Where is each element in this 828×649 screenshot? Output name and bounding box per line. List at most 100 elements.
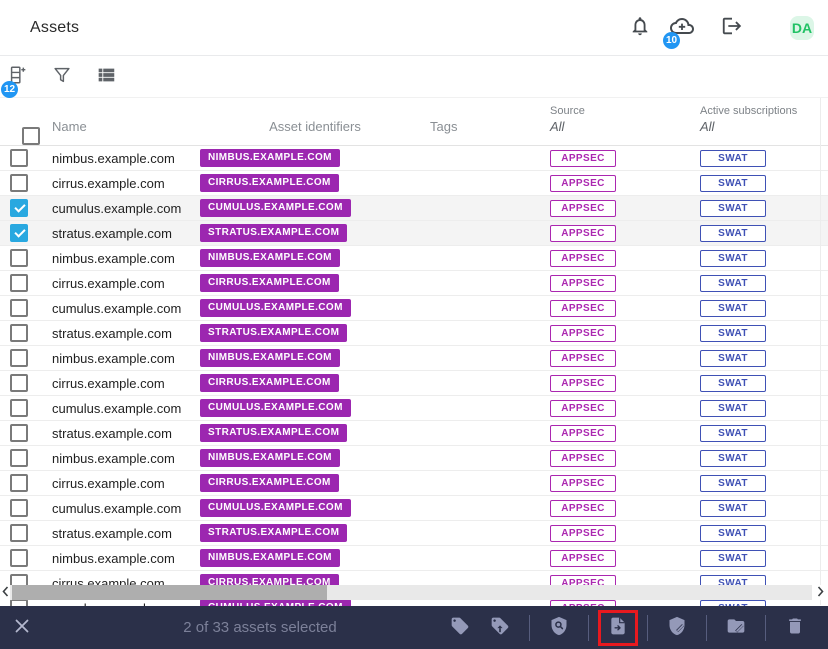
selection-count-text: 2 of 33 assets selected	[183, 619, 337, 636]
table-row[interactable]: stratus.example.com STRATUS.EXAMPLE.COM AP…	[0, 221, 828, 246]
table-header: Name Asset identifiers Tags Source All A…	[0, 98, 828, 146]
column-header-source[interactable]: Source All	[550, 98, 700, 145]
subscription-badge: SWAT	[700, 399, 766, 417]
source-filter-value[interactable]: All	[550, 119, 564, 134]
avatar[interactable]: DA	[790, 15, 814, 40]
table-row[interactable]: stratus.example.com STRATUS.EXAMPLE.COM AP…	[0, 521, 828, 546]
source-badge: APPSEC	[550, 374, 616, 392]
select-all-checkbox[interactable]	[22, 127, 40, 145]
table-row[interactable]: nimbus.example.com NIMBUS.EXAMPLE.COM APPS…	[0, 446, 828, 471]
app-header: Assets 10 DA	[0, 0, 828, 56]
asset-identifier-badge: CUMULUS.EXAMPLE.COM	[200, 199, 351, 217]
asset-name: cirrus.example.com	[52, 275, 165, 291]
scroll-left-button[interactable]	[0, 585, 10, 600]
source-badge: APPSEC	[550, 549, 616, 567]
row-checkbox[interactable]	[10, 549, 28, 567]
table-row[interactable]: nimbus.example.com NIMBUS.EXAMPLE.COM APPS…	[0, 246, 828, 271]
table-row[interactable]: nimbus.example.com NIMBUS.EXAMPLE.COM APPS…	[0, 546, 828, 571]
chevron-right-icon	[817, 585, 824, 600]
scan-button[interactable]	[539, 610, 579, 646]
row-checkbox[interactable]	[10, 174, 28, 192]
row-checkbox[interactable]	[10, 499, 28, 517]
asset-identifier-badge: CIRRUS.EXAMPLE.COM	[200, 374, 339, 392]
row-checkbox[interactable]	[10, 524, 28, 542]
notifications-button[interactable]	[628, 16, 652, 40]
row-checkbox[interactable]	[10, 399, 28, 417]
scroll-right-button[interactable]	[812, 585, 828, 600]
edit-policies-button[interactable]	[657, 610, 697, 646]
logout-button[interactable]	[720, 16, 744, 40]
row-checkbox[interactable]	[10, 349, 28, 367]
subscription-badge: SWAT	[700, 549, 766, 567]
row-checkbox[interactable]	[10, 249, 28, 267]
filter-icon	[51, 64, 73, 89]
horizontal-scrollbar[interactable]	[0, 585, 828, 600]
row-checkbox[interactable]	[10, 424, 28, 442]
asset-identifier-badge: NIMBUS.EXAMPLE.COM	[200, 349, 340, 367]
table-row[interactable]: stratus.example.com STRATUS.EXAMPLE.COM AP…	[0, 421, 828, 446]
asset-name: cumulus.example.com	[52, 500, 182, 516]
column-header-tags: Tags	[430, 119, 458, 134]
row-checkbox[interactable]	[10, 449, 28, 467]
column-header-identifiers: Asset identifiers	[269, 119, 361, 134]
bell-icon	[629, 15, 651, 40]
table-row[interactable]: cumulus.example.com CUMULUS.EXAMPLE.COM AP…	[0, 196, 828, 221]
asset-identifier-badge: STRATUS.EXAMPLE.COM	[200, 224, 348, 242]
table-row[interactable]: cumulus.example.com CUMULUS.EXAMPLE.COM AP…	[0, 296, 828, 321]
table-row[interactable]: nimbus.example.com NIMBUS.EXAMPLE.COM APPS…	[0, 146, 828, 171]
divider	[706, 614, 707, 641]
column-header-subscriptions[interactable]: Active subscriptions All	[700, 98, 828, 145]
row-checkbox[interactable]	[10, 149, 28, 167]
trash-icon	[785, 616, 805, 639]
source-badge: APPSEC	[550, 324, 616, 342]
source-badge: APPSEC	[550, 499, 616, 517]
row-checkbox[interactable]	[10, 599, 28, 606]
subscription-badge: SWAT	[700, 199, 766, 217]
asset-name: cirrus.example.com	[52, 175, 165, 191]
table-row[interactable]: nimbus.example.com NIMBUS.EXAMPLE.COM APPS…	[0, 346, 828, 371]
header-actions: 10 DA	[628, 15, 814, 49]
table-row[interactable]: stratus.example.com STRATUS.EXAMPLE.COM AP…	[0, 321, 828, 346]
asset-name: cirrus.example.com	[52, 375, 165, 391]
edit-group-button[interactable]	[716, 610, 756, 646]
add-tags-button[interactable]	[440, 610, 480, 646]
filter-button[interactable]	[51, 66, 73, 88]
folder-edit-icon	[726, 616, 746, 639]
upload-button[interactable]: 10	[663, 16, 694, 49]
asset-identifier-badge: NIMBUS.EXAMPLE.COM	[200, 549, 340, 567]
table-row[interactable]: cirrus.example.com CIRRUS.EXAMPLE.COM APPS…	[0, 471, 828, 496]
clear-selection-button[interactable]	[10, 616, 34, 640]
table-row[interactable]: cumulus.example.com CUMULUS.EXAMPLE.COM AP…	[0, 496, 828, 521]
row-checkbox[interactable]	[10, 474, 28, 492]
scrollbar-track[interactable]	[10, 585, 812, 600]
subscription-badge: SWAT	[700, 424, 766, 442]
export-report-button[interactable]	[598, 609, 638, 646]
subscription-badge: SWAT	[700, 249, 766, 267]
asset-identifier-badge: CUMULUS.EXAMPLE.COM	[200, 299, 351, 317]
source-badge: APPSEC	[550, 199, 616, 217]
list-view-button[interactable]	[95, 66, 117, 88]
row-checkbox[interactable]	[10, 374, 28, 392]
row-checkbox[interactable]	[10, 324, 28, 342]
row-checkbox[interactable]	[10, 274, 28, 292]
scrollbar-thumb[interactable]	[12, 585, 327, 600]
table-toolbar: 12	[0, 56, 828, 98]
table-row[interactable]: cirrus.example.com CIRRUS.EXAMPLE.COM APPS…	[0, 271, 828, 296]
asset-name: stratus.example.com	[52, 225, 172, 241]
row-checkbox[interactable]	[10, 299, 28, 317]
remove-tags-button[interactable]	[480, 610, 520, 646]
table-row[interactable]: cirrus.example.com CIRRUS.EXAMPLE.COM APPS…	[0, 171, 828, 196]
asset-identifier-badge: CIRRUS.EXAMPLE.COM	[200, 174, 339, 192]
table-row[interactable]: cumulus.example.com CUMULUS.EXAMPLE.COM AP…	[0, 396, 828, 421]
shield-edit-icon	[667, 616, 687, 639]
table-row[interactable]: cirrus.example.com CIRRUS.EXAMPLE.COM APPS…	[0, 371, 828, 396]
row-checkbox[interactable]	[10, 224, 28, 242]
add-columns-button[interactable]: 12	[1, 66, 29, 98]
row-checkbox[interactable]	[10, 199, 28, 217]
delete-button[interactable]	[775, 610, 815, 646]
subscriptions-filter-value[interactable]: All	[700, 119, 714, 134]
asset-name: nimbus.example.com	[52, 550, 175, 566]
subscription-badge: SWAT	[700, 499, 766, 517]
asset-name: nimbus.example.com	[52, 250, 175, 266]
column-header-name: Name	[52, 119, 87, 134]
